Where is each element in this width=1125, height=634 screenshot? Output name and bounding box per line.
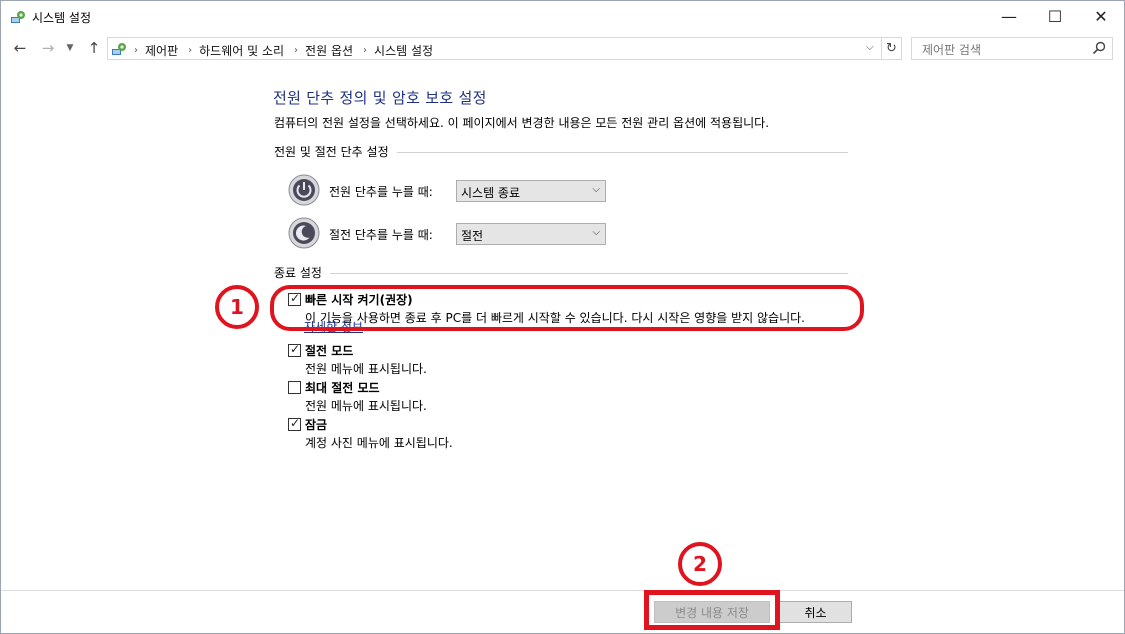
chevron-down-icon: ⌵ <box>592 184 600 195</box>
chevron-down-icon: ⌵ <box>592 227 600 238</box>
sleep-button-label: 절전 단추를 누를 때: <box>329 228 433 242</box>
breadcrumb-separator-icon: › <box>134 45 138 56</box>
window-title: 시스템 설정 <box>32 11 92 25</box>
option-title: 절전 모드 <box>305 344 354 358</box>
system-settings-window: 시스템 설정 — ☐ ✕ ← → ▼ ↑ › 제어판 › 하드웨어 및 소리 ›… <box>0 0 1125 634</box>
option-description: 전원 메뉴에 표시됩니다. <box>305 399 427 413</box>
search-placeholder: 제어판 검색 <box>922 43 982 57</box>
power-button-action-select[interactable]: 시스템 종료 ⌵ <box>456 180 606 202</box>
option-description: 계정 사진 메뉴에 표시됩니다. <box>305 436 453 450</box>
control-panel-icon <box>112 43 126 55</box>
section-divider <box>396 151 848 153</box>
breadcrumb-separator-icon: › <box>294 45 299 56</box>
maximize-button[interactable]: ☐ <box>1032 1 1078 32</box>
lock-checkbox[interactable]: ✓ <box>288 416 301 431</box>
refresh-icon[interactable]: ↻ <box>882 37 902 60</box>
breadcrumb-item-power-options[interactable]: 전원 옵션 <box>305 42 353 59</box>
title-bar: 시스템 설정 — ☐ ✕ <box>1 1 1124 32</box>
close-button[interactable]: ✕ <box>1078 1 1124 32</box>
search-input[interactable]: 제어판 검색 <box>911 37 1113 60</box>
address-bar[interactable]: › 제어판 › 하드웨어 및 소리 › 전원 옵션 › 시스템 설정 ⌵ <box>107 37 882 60</box>
section-divider <box>329 272 848 274</box>
back-arrow-icon[interactable]: ← <box>9 36 31 60</box>
power-button-row: 전원 단추를 누를 때: 시스템 종료 ⌵ <box>288 174 618 208</box>
search-icon[interactable] <box>1092 41 1106 55</box>
option-title: 최대 절전 모드 <box>305 381 380 395</box>
fast-startup-highlight <box>270 285 864 331</box>
shutdown-section-header: 종료 설정 <box>274 264 848 280</box>
option-description: 전원 메뉴에 표시됩니다. <box>305 362 427 376</box>
breadcrumb: › 제어판 › 하드웨어 및 소리 › 전원 옵션 › 시스템 설정 <box>134 42 443 59</box>
page-description: 컴퓨터의 전원 설정을 선택하세요. 이 페이지에서 변경한 내용은 모든 전원… <box>274 116 770 130</box>
footer-divider <box>1 590 1124 591</box>
power-buttons-section-header: 전원 및 절전 단추 설정 <box>274 143 848 159</box>
sleep-icon <box>288 217 320 249</box>
select-value: 절전 <box>461 229 484 243</box>
sleep-button-row: 절전 단추를 누를 때: 절전 ⌵ <box>288 217 618 251</box>
control-panel-icon <box>11 11 25 23</box>
breadcrumb-item-system-settings[interactable]: 시스템 설정 <box>374 42 433 59</box>
power-button-label: 전원 단추를 누를 때: <box>329 185 433 199</box>
forward-arrow-icon[interactable]: → <box>37 36 59 60</box>
sleep-button-action-select[interactable]: 절전 ⌵ <box>456 223 606 245</box>
breadcrumb-item-hardware-sound[interactable]: 하드웨어 및 소리 <box>199 42 284 59</box>
annotation-marker-1: 1 <box>215 285 259 329</box>
address-dropdown-chevron-icon[interactable]: ⌵ <box>866 42 874 53</box>
sleep-mode-checkbox[interactable]: ✓ <box>288 342 301 357</box>
section-label: 전원 및 절전 단추 설정 <box>274 144 389 159</box>
breadcrumb-separator-icon: › <box>363 45 368 56</box>
hibernate-checkbox[interactable] <box>288 381 301 394</box>
power-icon <box>288 174 320 206</box>
breadcrumb-item-control-panel[interactable]: 제어판 <box>145 42 178 59</box>
minimize-button[interactable]: — <box>986 1 1032 32</box>
check-mark-icon: ✓ <box>290 342 301 356</box>
check-mark-icon: ✓ <box>290 416 301 430</box>
breadcrumb-separator-icon: › <box>188 45 193 56</box>
navigation-bar: ← → ▼ ↑ › 제어판 › 하드웨어 및 소리 › 전원 옵션 › 시스템 … <box>1 32 1124 64</box>
annotation-marker-2: 2 <box>678 542 722 586</box>
option-title: 잠금 <box>305 418 328 432</box>
cancel-button[interactable]: 취소 <box>779 601 852 623</box>
select-value: 시스템 종료 <box>461 186 521 200</box>
save-button-highlight <box>644 590 780 630</box>
recent-locations-chevron-icon[interactable]: ▼ <box>63 36 77 60</box>
page-title: 전원 단추 정의 및 암호 보호 설정 <box>273 89 487 107</box>
up-arrow-icon[interactable]: ↑ <box>83 36 105 60</box>
section-label: 종료 설정 <box>274 265 322 280</box>
